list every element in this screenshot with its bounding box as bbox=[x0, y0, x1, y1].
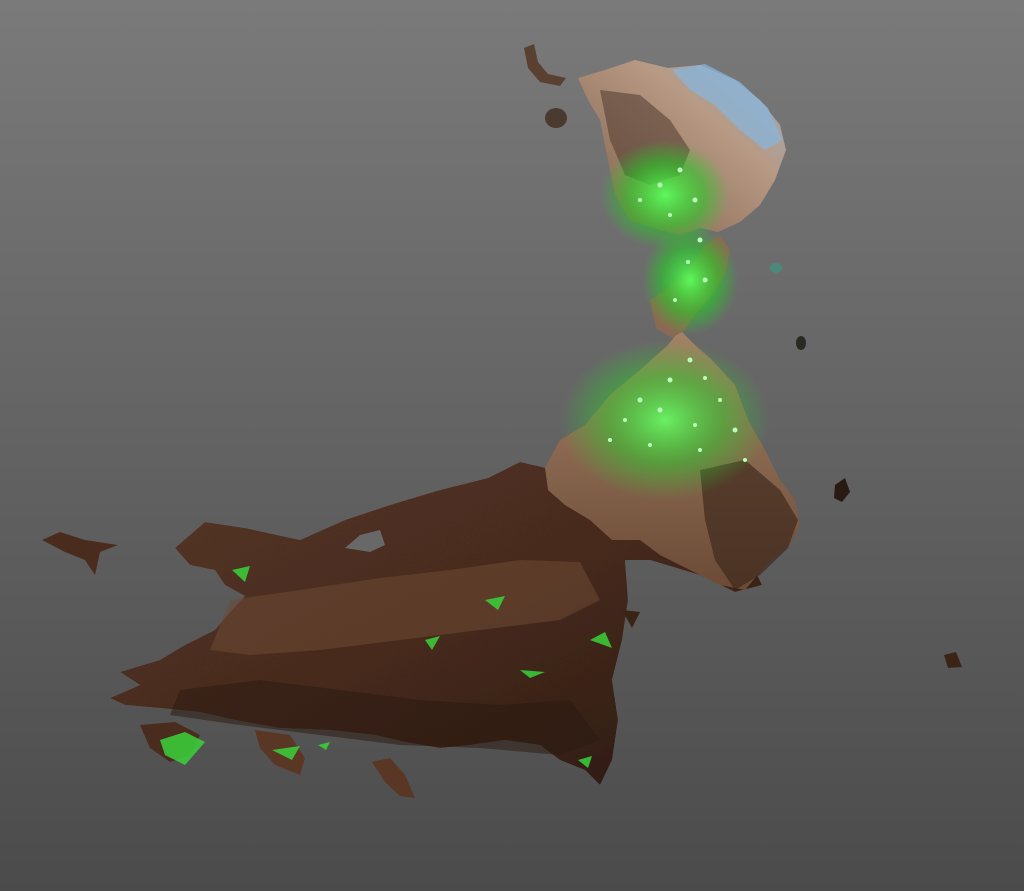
lower-fluorescence bbox=[560, 340, 770, 500]
fragment-dark-small bbox=[796, 336, 806, 350]
upper-fluorescence bbox=[600, 140, 730, 250]
3d-viewer-viewport[interactable] bbox=[0, 0, 1024, 891]
viewer-background bbox=[0, 0, 1024, 891]
point-cloud-scene bbox=[0, 0, 1024, 891]
fragment-teal bbox=[770, 263, 782, 273]
fragment-pebble bbox=[545, 108, 567, 128]
